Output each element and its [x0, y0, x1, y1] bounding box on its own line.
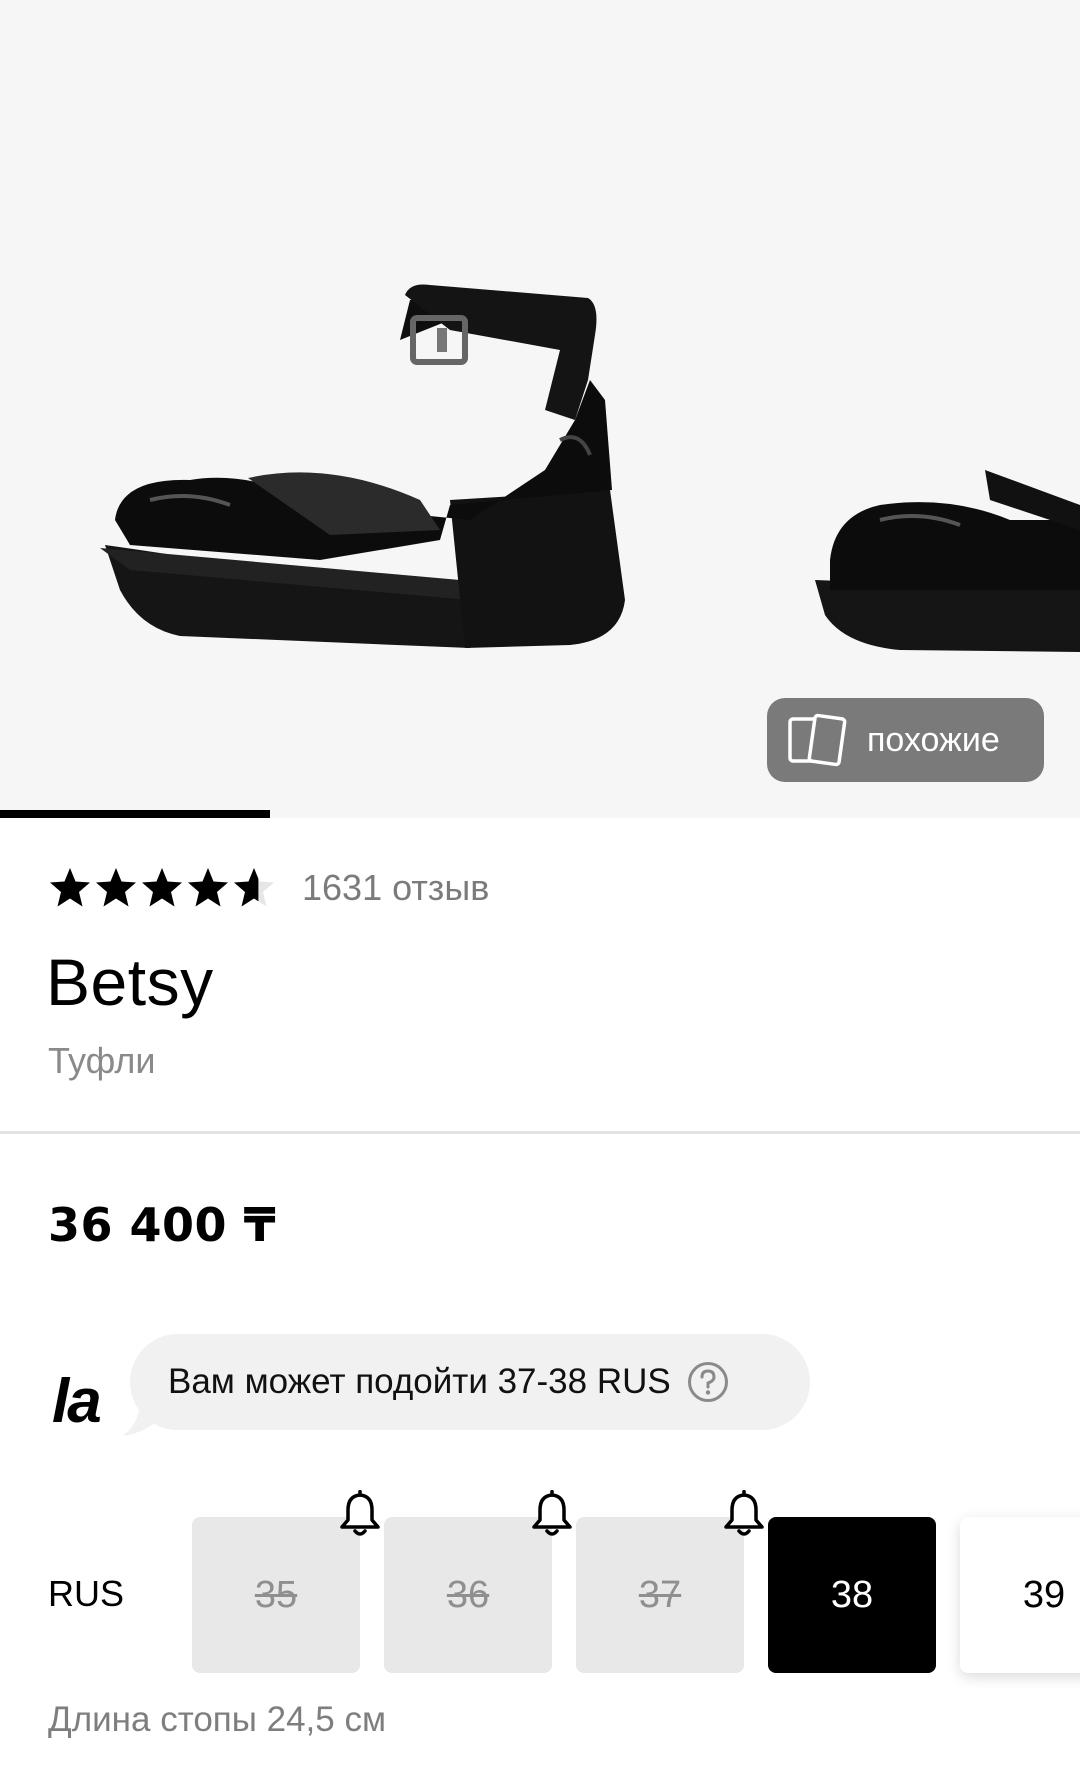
product-price: 36 400 ₸ [48, 1198, 277, 1252]
bell-icon[interactable] [338, 1490, 382, 1538]
product-category: Туфли [48, 1040, 156, 1081]
brand-name[interactable]: Betsy [46, 944, 214, 1020]
star-icon [142, 868, 182, 907]
bell-icon[interactable] [722, 1490, 766, 1538]
help-icon[interactable] [687, 1361, 729, 1403]
size-option-38[interactable]: 38 [768, 1517, 936, 1673]
size-option-label: 36 [446, 1573, 490, 1616]
shoe-left [100, 284, 625, 648]
shoe-right [815, 470, 1080, 652]
gallery-progress-fill [0, 810, 270, 818]
size-option-label: 38 [830, 1573, 874, 1616]
star-icon [234, 868, 274, 907]
divider [0, 1131, 1080, 1134]
bell-icon[interactable] [530, 1490, 574, 1538]
size-option-35[interactable]: 35 [192, 1517, 360, 1673]
size-option-37[interactable]: 37 [576, 1517, 744, 1673]
product-photo [100, 284, 1080, 652]
similar-button[interactable]: похожие [767, 698, 1044, 782]
la-logo: la [52, 1367, 102, 1436]
fit-recommendation[interactable]: Вам может подойти 37-38 RUS [130, 1334, 810, 1430]
similar-button-label: похожие [867, 720, 1000, 759]
size-option-label: 37 [638, 1573, 682, 1616]
gallery-progress [0, 810, 1080, 818]
rating-row[interactable]: 1631 отзыв [48, 866, 489, 910]
product-gallery[interactable]: похожие [0, 0, 1080, 818]
size-option-36[interactable]: 36 [384, 1517, 552, 1673]
rating-stars [48, 866, 276, 910]
foot-length: Длина стопы 24,5 см [48, 1700, 387, 1739]
size-option-label: 35 [254, 1573, 298, 1616]
size-option-39[interactable]: 39 [960, 1517, 1080, 1673]
star-icon [96, 868, 136, 907]
star-icon [50, 868, 90, 907]
fit-recommendation-text: Вам может подойти 37-38 RUS [168, 1362, 671, 1401]
review-count[interactable]: 1631 отзыв [302, 867, 489, 909]
size-option-label: 39 [1022, 1573, 1066, 1616]
star-icon [188, 868, 228, 907]
size-system-label: RUS [48, 1573, 125, 1614]
cards-icon [788, 713, 847, 767]
